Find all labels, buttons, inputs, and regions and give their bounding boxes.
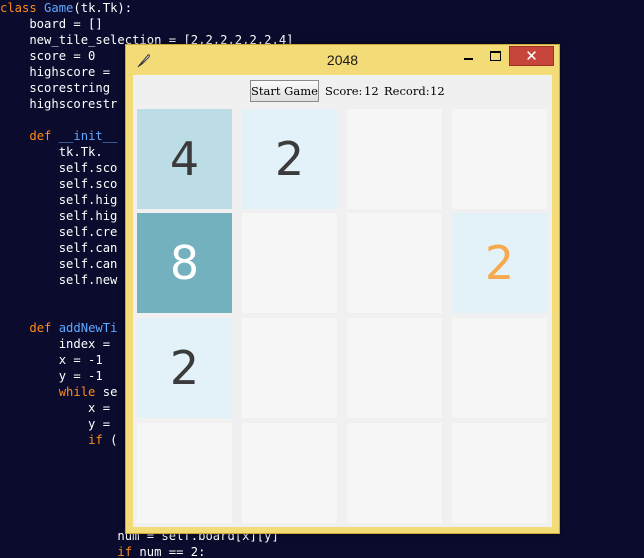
board-tile: 2 — [452, 213, 547, 313]
board-tile — [242, 213, 337, 313]
code-line: y = -1 — [0, 368, 103, 384]
score-value: 12 — [364, 84, 379, 98]
code-token: if — [117, 545, 140, 558]
code-line: index = — [0, 336, 110, 352]
code-line: while se — [0, 384, 118, 400]
code-line: class Game(tk.Tk): — [0, 0, 132, 16]
board-tile — [347, 213, 442, 313]
code-token: def — [29, 321, 59, 335]
code-line: self.sco — [0, 176, 118, 192]
start-game-button[interactable]: Start Game — [250, 80, 319, 102]
game-board[interactable]: 42822 — [133, 105, 552, 527]
board-tile: 8 — [137, 213, 232, 313]
board-tile — [452, 318, 547, 418]
code-token: y = — [0, 417, 111, 431]
board-tile — [452, 423, 547, 523]
code-token: addNewTi — [58, 321, 118, 335]
code-line: scorestring — [0, 80, 110, 96]
code-line: self.can — [0, 256, 118, 272]
game-client-area: Start Game Score: 12 Record: 12 42822 — [133, 75, 552, 527]
code-line: self.sco — [0, 160, 118, 176]
code-token: if — [88, 433, 111, 447]
board-tile — [137, 423, 232, 523]
code-line: y = — [0, 416, 110, 432]
title-bar[interactable]: 2048 ✕ — [126, 45, 559, 75]
code-line: tk.Tk. — [0, 144, 103, 160]
code-token: x = — [0, 401, 111, 415]
board-tile: 2 — [137, 318, 232, 418]
code-token: self.cre — [0, 225, 118, 239]
code-token: index = — [0, 337, 111, 351]
code-token: se — [102, 385, 118, 399]
code-line: self.cre — [0, 224, 118, 240]
code-token: score = 0 — [0, 49, 96, 63]
board-tile — [347, 423, 442, 523]
close-icon: ✕ — [525, 47, 538, 65]
code-token: scorestring — [0, 81, 111, 95]
code-token: self.can — [0, 257, 118, 271]
desktop: class Game(tk.Tk): board = [] new_tile_s… — [0, 0, 644, 558]
code-line: def __init__ — [0, 128, 117, 144]
code-line: self.hig — [0, 208, 118, 224]
board-tile — [452, 109, 547, 209]
code-token: board = [] — [0, 17, 103, 31]
code-line: self.new — [0, 272, 118, 288]
code-token: highscore = — [0, 65, 111, 79]
code-token: self.sco — [0, 177, 118, 191]
code-line: highscore = — [0, 64, 110, 80]
minimize-icon — [464, 58, 473, 60]
code-token: __init__ — [58, 129, 118, 143]
code-line: score = 0 — [0, 48, 95, 64]
code-line: highscorestr — [0, 96, 117, 112]
code-line: x = -1 — [0, 352, 103, 368]
code-token: self.can — [0, 241, 118, 255]
code-token: class — [0, 1, 45, 15]
board-tile — [347, 318, 442, 418]
game-toolbar: Start Game Score: 12 Record: 12 — [133, 75, 552, 105]
code-token: tk.Tk. — [0, 145, 103, 159]
code-line: x = — [0, 400, 110, 416]
code-line: if ( — [0, 432, 117, 448]
code-token: ( — [110, 433, 118, 447]
code-token: self.sco — [0, 161, 118, 175]
code-token: self.hig — [0, 193, 118, 207]
maximize-icon — [490, 51, 501, 61]
code-token: num == 2: — [139, 545, 206, 558]
record-value: 12 — [430, 84, 445, 98]
score-label: Score: — [325, 84, 363, 98]
record-label: Record: — [384, 84, 430, 98]
board-tile — [347, 109, 442, 209]
code-line: def addNewTi — [0, 320, 117, 336]
close-button[interactable]: ✕ — [509, 46, 554, 66]
code-line: if num == 2: — [0, 544, 205, 558]
board-tile — [242, 423, 337, 523]
game-window: 2048 ✕ Start Game Score: 12 Record: 12 4… — [125, 44, 560, 534]
minimize-button[interactable] — [456, 46, 482, 66]
code-line: board = [] — [0, 16, 103, 32]
code-token: x = -1 — [0, 353, 103, 367]
code-token: while — [58, 385, 103, 399]
maximize-button[interactable] — [482, 46, 508, 66]
code-token: def — [29, 129, 59, 143]
board-tile: 4 — [137, 109, 232, 209]
code-token: (tk.Tk): — [73, 1, 133, 15]
code-token: self.hig — [0, 209, 118, 223]
board-tile: 2 — [242, 109, 337, 209]
code-token: highscorestr — [0, 97, 118, 111]
code-token: y = -1 — [0, 369, 103, 383]
code-token: self.new — [0, 273, 118, 287]
code-line: self.hig — [0, 192, 118, 208]
board-tile — [242, 318, 337, 418]
code-token: Game — [44, 1, 74, 15]
